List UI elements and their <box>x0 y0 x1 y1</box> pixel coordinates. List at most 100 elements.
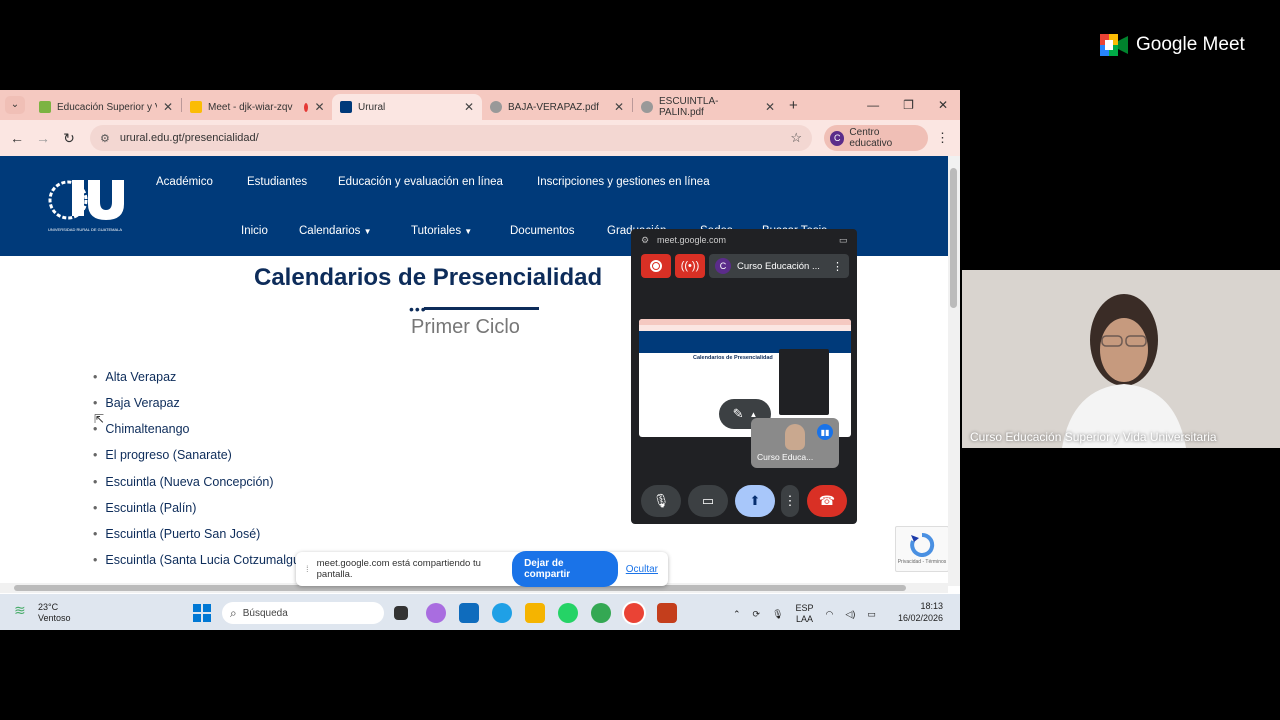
page-subtitle: Primer Ciclo <box>411 316 520 338</box>
chevron-up-icon[interactable]: ⌃ <box>733 609 741 620</box>
nav-inicio[interactable]: Inicio <box>241 225 268 237</box>
tab-baja-verapaz-pdf[interactable]: BAJA-VERAPAZ.pdf ✕ <box>482 94 632 120</box>
close-tab-icon[interactable]: ✕ <box>765 100 775 114</box>
tab-meet[interactable]: Meet - djk-wiar-zqv ✕ <box>182 94 332 120</box>
nav-educacion-linea[interactable]: Educación y evaluación en línea <box>338 176 503 188</box>
self-view-label: Curso Educa... <box>757 452 814 462</box>
department-link[interactable]: Chimaltenango <box>93 422 189 436</box>
nav-estudiantes[interactable]: Estudiantes <box>247 176 307 188</box>
more-vertical-icon: ⋮ <box>783 493 797 508</box>
pip-settings-icon[interactable]: ⚙ <box>641 235 649 246</box>
weather-widget[interactable]: 23°C Ventoso <box>38 602 71 624</box>
camera-button[interactable]: ▭ <box>688 485 728 517</box>
wind-icon: ≋ <box>14 602 26 618</box>
language-indicator[interactable]: ESP LAA <box>796 603 814 625</box>
tab-escuintla-palin-pdf[interactable]: ESCUINTLA-PALIN.pdf ✕ <box>633 94 783 120</box>
participant-video <box>962 270 1280 448</box>
caret-down-icon: ▼ <box>363 227 372 236</box>
avatar: C <box>830 130 845 146</box>
file-explorer-icon[interactable] <box>525 603 545 623</box>
chrome-active-icon[interactable] <box>624 603 644 623</box>
windows-start-icon[interactable] <box>193 604 211 622</box>
globe-icon <box>641 101 653 113</box>
copilot-icon[interactable] <box>426 603 446 623</box>
department-link[interactable]: El progreso (Sanarate) <box>93 448 231 462</box>
participant-name: Curso Educación Superior y Vida Universi… <box>970 430 1217 444</box>
search-placeholder: Búsqueda <box>242 607 288 619</box>
taskbar-clock[interactable]: 18:13 16/02/2026 <box>898 600 943 624</box>
nav-calendarios[interactable]: Calendarios ▼ <box>299 225 372 237</box>
microphone-button[interactable]: 🎙︎ <box>641 485 681 517</box>
preview-title: Calendarios de Presencialidad <box>693 355 773 361</box>
caret-down-icon: ▼ <box>464 227 473 236</box>
recaptcha-badge[interactable]: Privacidad - Términos <box>895 526 949 572</box>
reload-icon[interactable]: ↻ <box>56 130 82 147</box>
microphone-icon[interactable]: 🎙︎ <box>772 609 783 620</box>
nav-inscripciones[interactable]: Inscripciones y gestiones en línea <box>537 176 710 188</box>
browser-tabstrip: ⌄ Educación Superior y Vid ✕ Meet - djk-… <box>0 90 960 120</box>
nav-academico[interactable]: Académico <box>156 176 213 188</box>
close-tab-icon[interactable]: ✕ <box>614 100 624 114</box>
more-options-button[interactable]: ⋮ <box>781 485 799 517</box>
browser-menu-icon[interactable]: ⋮ <box>936 130 949 146</box>
new-tab-button[interactable]: + <box>789 97 798 114</box>
department-link[interactable]: Escuintla (Palín) <box>93 501 196 515</box>
tab-label: Educación Superior y Vid <box>57 101 157 113</box>
bookmark-star-icon[interactable]: ☆ <box>790 130 802 146</box>
lang-1: ESP <box>795 603 814 613</box>
more-options-icon[interactable]: ⋮ <box>832 260 843 273</box>
pip-url: meet.google.com <box>657 235 727 245</box>
wifi-icon[interactable]: ◠ <box>826 609 834 620</box>
back-arrow-icon[interactable]: ← <box>4 130 30 146</box>
meeting-chip[interactable]: C Curso Educación ... ⋮ <box>709 254 849 278</box>
whatsapp-icon[interactable] <box>558 603 578 623</box>
live-stream-button[interactable]: ((•)) <box>675 254 705 278</box>
department-link[interactable]: Baja Verapaz <box>93 396 179 410</box>
forward-arrow-icon[interactable]: → <box>30 130 56 146</box>
department-link[interactable]: Escuintla (Nueva Concepción) <box>93 475 273 489</box>
tab-educacion[interactable]: Educación Superior y Vid ✕ <box>31 94 181 120</box>
pip-self-view[interactable]: ▮▮ Curso Educa... <box>751 418 839 468</box>
nav-documentos[interactable]: Documentos <box>510 225 575 237</box>
minimize-icon[interactable]: — <box>867 98 879 112</box>
hang-up-icon: ☎ <box>818 493 836 508</box>
outlook-icon[interactable] <box>459 603 479 623</box>
volume-icon[interactable]: ◁) <box>845 609 855 620</box>
restore-icon[interactable]: ❐ <box>903 98 914 112</box>
edge-icon[interactable] <box>492 603 512 623</box>
department-link[interactable]: Escuintla (Puerto San José) <box>93 527 260 541</box>
close-window-icon[interactable]: ✕ <box>938 98 948 112</box>
battery-icon[interactable]: ▭ <box>867 609 876 620</box>
participant-tile[interactable] <box>962 270 1280 448</box>
vertical-scroll-thumb[interactable] <box>950 168 957 308</box>
drag-handle-icon[interactable]: ⁞ <box>306 564 309 575</box>
sync-icon[interactable]: ⟳ <box>753 609 761 620</box>
tab-label: ESCUINTLA-PALIN.pdf <box>659 96 719 118</box>
address-bar[interactable]: ⚙ urural.edu.gt/presencialidad/ ☆ <box>90 125 812 151</box>
powerpoint-icon[interactable] <box>657 603 677 623</box>
system-tray: ⌃ ⟳ 🎙︎ ESP LAA ◠ ◁) ▭ <box>733 603 876 625</box>
nav-tutoriales[interactable]: Tutoriales ▼ <box>411 225 472 237</box>
stop-sharing-button[interactable]: Dejar de compartir <box>512 551 618 587</box>
close-tab-icon[interactable]: ✕ <box>163 100 173 114</box>
leave-call-button[interactable]: ☎ <box>807 485 847 517</box>
department-link[interactable]: Alta Verapaz <box>93 370 176 384</box>
department-link[interactable]: Escuintla (Santa Lucia Cotzumalguapa) <box>93 553 325 567</box>
university-logo[interactable]: UNIVERSIDAD RURAL DE GUATEMALA <box>48 176 128 232</box>
broadcast-icon: ((•)) <box>680 260 700 272</box>
tab-urural[interactable]: Urural ✕ <box>332 94 482 120</box>
recording-button[interactable] <box>641 254 671 278</box>
close-tab-icon[interactable]: ✕ <box>314 100 324 114</box>
close-tab-icon[interactable]: ✕ <box>464 100 474 114</box>
meet-favicon-icon <box>190 101 202 113</box>
chrome-icon[interactable] <box>591 603 611 623</box>
pip-return-icon[interactable]: ▭ <box>839 235 848 246</box>
google-meet-label: Google Meet <box>1136 34 1245 55</box>
profile-chip[interactable]: C Centro educativo <box>824 125 928 151</box>
hide-banner-link[interactable]: Ocultar <box>626 564 658 575</box>
site-settings-icon[interactable]: ⚙ <box>100 132 110 145</box>
taskbar-search[interactable]: ⌕ Búsqueda <box>222 602 384 624</box>
task-view-icon[interactable] <box>394 606 408 620</box>
present-screen-button[interactable]: ⬆ <box>735 485 775 517</box>
tab-search-chevron-icon[interactable]: ⌄ <box>5 96 25 114</box>
